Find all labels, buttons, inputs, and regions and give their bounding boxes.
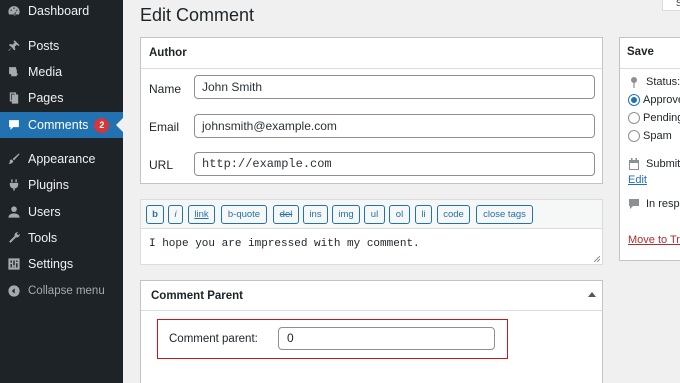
link-button[interactable]: link [188, 205, 215, 224]
li-button[interactable]: li [415, 205, 432, 224]
status-option-approve[interactable]: Approve [628, 94, 680, 106]
sidebar-item-label: Appearance [28, 152, 96, 166]
comment-parent-label: Comment parent: [169, 333, 258, 345]
pending-label: Pending [643, 112, 680, 124]
close-tags-button[interactable]: close tags [476, 205, 533, 224]
url-label: URL [149, 158, 174, 172]
sidebar-item-label: Plugins [28, 178, 69, 192]
italic-button[interactable]: i [168, 205, 183, 224]
sidebar-item-dashboard[interactable]: Dashboard [0, 0, 123, 24]
dashboard-icon [7, 4, 21, 18]
author-box-title: Author [149, 47, 187, 59]
comment-editor: b i link b-quote del ins img ul ol li co… [140, 199, 603, 265]
sidebar-item-plugins[interactable]: Plugins [0, 172, 123, 198]
save-box: Save Status: Approve Pending Spam Submit… [619, 37, 680, 261]
sidebar-item-comments[interactable]: Comments 2 [0, 112, 123, 138]
status-option-spam[interactable]: Spam [628, 130, 672, 142]
comment-count-badge: 2 [94, 117, 110, 133]
url-field[interactable]: http://example.com [194, 152, 595, 176]
sidebar-item-label: Comments [28, 118, 89, 132]
sidebar-item-label: Pages [28, 91, 64, 105]
comment-parent-box: Comment Parent Comment parent: 0 [140, 280, 603, 383]
comment-parent-title: Comment Parent [151, 290, 244, 302]
admin-sidebar: Dashboard Posts Media Pages Comments 2 A… [0, 0, 123, 383]
ins-button[interactable]: ins [303, 205, 328, 224]
page-title: Edit Comment [140, 5, 255, 25]
screen-options-button[interactable]: S [662, 0, 680, 11]
calendar-icon [629, 158, 639, 170]
sidebar-item-appearance[interactable]: Appearance [0, 146, 123, 172]
spam-label: Spam [643, 130, 672, 142]
submitted-row: Submit [628, 158, 680, 170]
divider [620, 68, 680, 69]
sidebar-item-pages[interactable]: Pages [0, 85, 123, 111]
sidebar-item-label: Posts [28, 39, 60, 53]
pin-icon [631, 77, 637, 88]
collapse-menu-button[interactable]: Collapse menu [0, 278, 123, 304]
save-box-title: Save [627, 46, 654, 58]
sidebar-item-label: Tools [28, 231, 58, 245]
user-icon [7, 205, 21, 219]
wrench-icon [7, 231, 21, 245]
sidebar-item-label: Collapse menu [28, 285, 105, 297]
sidebar-item-tools[interactable]: Tools [0, 225, 123, 251]
highlight-box: Comment parent: 0 [157, 319, 508, 359]
name-label: Name [149, 82, 182, 96]
ul-button[interactable]: ul [364, 205, 385, 224]
sidebar-item-media[interactable]: Media [0, 59, 123, 85]
comment-parent-field[interactable]: 0 [278, 327, 495, 350]
sidebar-item-label: Dashboard [28, 4, 90, 18]
collapse-icon [7, 284, 21, 298]
plugin-icon [7, 178, 21, 192]
sidebar-item-settings[interactable]: Settings [0, 251, 123, 277]
author-box: Author Name John Smith Email johnsmith@e… [140, 37, 603, 184]
sidebar-item-label: Settings [28, 257, 74, 271]
del-button[interactable]: del [273, 205, 299, 224]
img-button[interactable]: img [332, 205, 360, 224]
quicktags-toolbar: b i link b-quote del ins img ul ol li co… [141, 200, 602, 229]
settings-icon [7, 257, 21, 271]
status-row: Status: [628, 76, 680, 88]
edit-date-link[interactable]: Edit [628, 174, 647, 186]
bold-button[interactable]: b [146, 205, 164, 224]
pending-radio[interactable] [628, 112, 640, 124]
divider [141, 310, 602, 311]
email-field[interactable]: johnsmith@example.com [194, 114, 595, 138]
comment-content[interactable]: I hope you are impressed with my comment… [149, 238, 420, 250]
comment-icon [7, 118, 21, 132]
ol-button[interactable]: ol [389, 205, 410, 224]
brush-icon [7, 152, 21, 166]
sidebar-item-label: Media [28, 65, 63, 79]
blockquote-button[interactable]: b-quote [221, 205, 267, 224]
media-icon [7, 65, 21, 79]
approve-radio[interactable] [628, 94, 640, 106]
submitted-label: Submit [646, 158, 680, 170]
comment-icon [629, 199, 639, 209]
divider [141, 68, 602, 69]
sidebar-item-label: Users [28, 205, 61, 219]
sidebar-item-posts[interactable]: Posts [0, 33, 123, 59]
toggle-arrow-icon[interactable] [588, 292, 596, 297]
in-response-row: In resp [628, 198, 680, 210]
resize-grip-icon[interactable] [594, 256, 600, 262]
pages-icon [7, 91, 21, 105]
status-option-pending[interactable]: Pending [628, 112, 680, 124]
email-label: Email [149, 120, 180, 134]
approve-label: Approve [643, 94, 680, 106]
status-label: Status: [646, 76, 680, 88]
in-response-label: In resp [646, 198, 680, 210]
code-button[interactable]: code [437, 205, 470, 224]
spam-radio[interactable] [628, 130, 640, 142]
pin-icon [7, 39, 21, 53]
name-field[interactable]: John Smith [194, 75, 595, 99]
sidebar-item-users[interactable]: Users [0, 199, 123, 225]
move-to-trash-link[interactable]: Move to Tra [628, 234, 680, 246]
active-indicator [116, 118, 123, 132]
